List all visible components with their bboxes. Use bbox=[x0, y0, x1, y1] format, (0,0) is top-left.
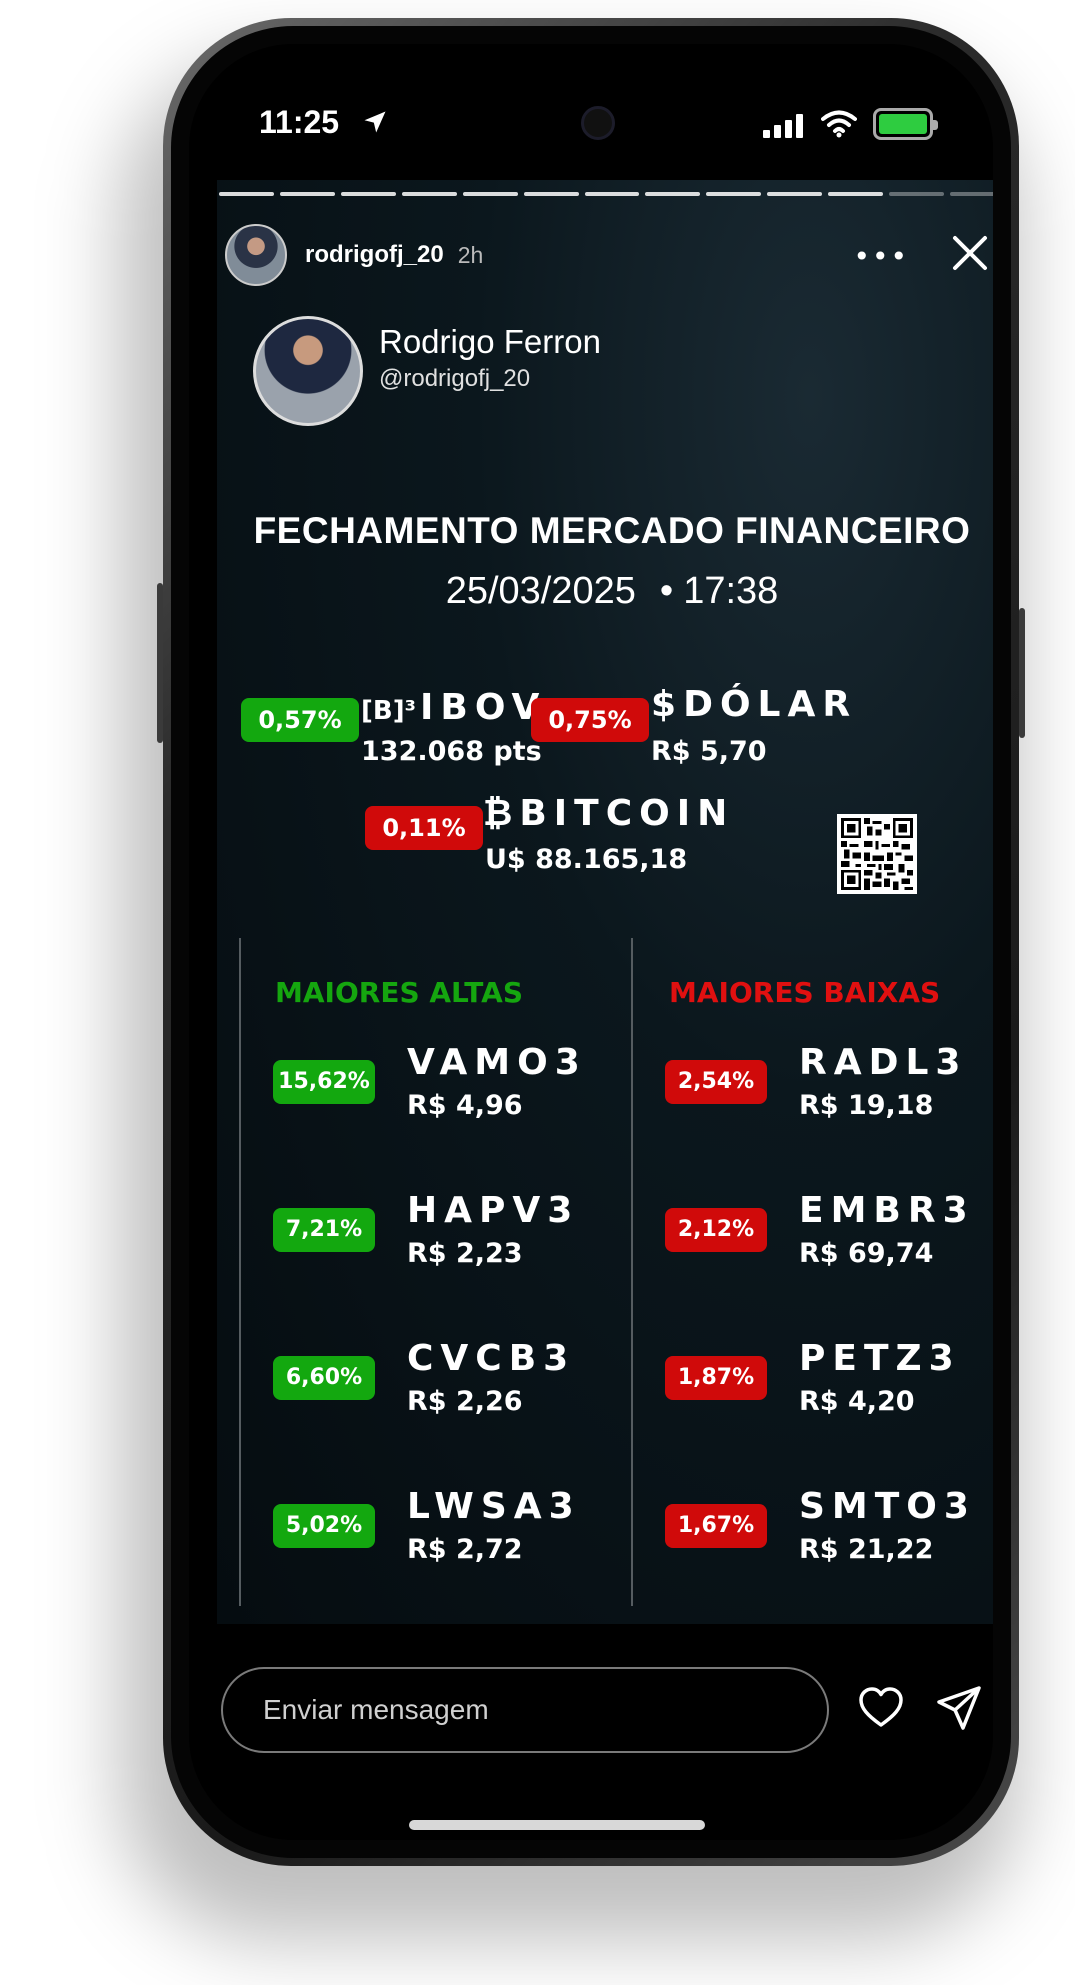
signal-icon bbox=[763, 114, 803, 138]
report-datetime: 25/03/2025 • 17:38 bbox=[217, 570, 993, 613]
status-time: 11:25 bbox=[259, 104, 340, 140]
stock-row: 2,54% RADL3 R$ 19,18 bbox=[665, 1042, 965, 1122]
phone-frame: 11:25 rodrigofj_20 2h ••• Rodrigo Ferron… bbox=[157, 18, 1025, 1866]
stock-ticker: SMTO3 bbox=[799, 1486, 976, 1527]
progress-segment bbox=[219, 192, 274, 196]
progress-segment bbox=[279, 192, 335, 196]
profile-avatar bbox=[253, 316, 363, 426]
close-icon[interactable] bbox=[947, 230, 993, 276]
stock-change-badge: 7,21% bbox=[273, 1208, 375, 1252]
stock-ticker: LWSA3 bbox=[407, 1486, 581, 1527]
battery-fill bbox=[879, 114, 927, 134]
stock-row: 6,60% CVCB3 R$ 2,26 bbox=[273, 1338, 573, 1418]
progress-segment bbox=[950, 192, 993, 196]
progress-segment bbox=[340, 192, 396, 196]
progress-segment bbox=[889, 192, 945, 196]
progress-segment bbox=[645, 192, 701, 196]
stock-row: 7,21% HAPV3 R$ 2,23 bbox=[273, 1190, 573, 1270]
stock-ticker: EMBR3 bbox=[799, 1190, 975, 1231]
progress-segment bbox=[462, 192, 518, 196]
ibov-change-badge: 0,57% bbox=[241, 698, 359, 742]
stock-price: R$ 19,18 bbox=[799, 1090, 934, 1121]
column-divider-left bbox=[239, 938, 241, 1606]
stock-row: 1,87% PETZ3 R$ 4,20 bbox=[665, 1338, 965, 1418]
report-time: 17:38 bbox=[683, 570, 779, 612]
battery-icon bbox=[873, 108, 938, 140]
stock-change-badge: 2,12% bbox=[665, 1208, 767, 1252]
stock-ticker: VAMO3 bbox=[407, 1042, 587, 1083]
stock-change-badge: 1,67% bbox=[665, 1504, 767, 1548]
progress-segment bbox=[706, 192, 762, 196]
story-username[interactable]: rodrigofj_20 bbox=[305, 241, 444, 269]
more-options-icon[interactable]: ••• bbox=[853, 240, 909, 273]
progress-segment bbox=[401, 192, 457, 196]
message-field[interactable] bbox=[221, 1667, 829, 1753]
message-input[interactable] bbox=[223, 1669, 827, 1751]
stock-price: R$ 69,74 bbox=[799, 1238, 934, 1269]
stock-ticker: CVCB3 bbox=[407, 1338, 576, 1379]
stock-ticker: HAPV3 bbox=[407, 1190, 580, 1231]
stock-change-badge: 5,02% bbox=[273, 1504, 375, 1548]
stock-price: R$ 2,23 bbox=[407, 1238, 523, 1269]
progress-segment bbox=[828, 192, 884, 196]
report-title: FECHAMENTO MERCADO FINANCEIRO bbox=[253, 510, 971, 551]
story-header: rodrigofj_20 2h ••• bbox=[225, 220, 993, 290]
stock-row: 5,02% LWSA3 R$ 2,72 bbox=[273, 1486, 574, 1566]
b3-logo-icon: [B]³ bbox=[361, 696, 416, 726]
stock-price: R$ 4,20 bbox=[799, 1386, 915, 1417]
stock-change-badge: 2,54% bbox=[665, 1060, 767, 1104]
location-arrow-icon bbox=[364, 111, 386, 133]
datetime-separator: • bbox=[659, 570, 674, 612]
heart-icon[interactable] bbox=[857, 1684, 905, 1732]
dolar-value: R$ 5,70 bbox=[651, 736, 767, 767]
story-age: 2h bbox=[457, 241, 484, 268]
stock-row: 2,12% EMBR3 R$ 69,74 bbox=[665, 1190, 968, 1270]
screen: 11:25 rodrigofj_20 2h ••• Rodrigo Ferron… bbox=[189, 44, 993, 1840]
stock-price: R$ 2,72 bbox=[407, 1534, 523, 1565]
stock-ticker: RADL3 bbox=[799, 1042, 968, 1083]
progress-segment bbox=[584, 192, 640, 196]
column-divider-center bbox=[631, 938, 633, 1606]
stock-change-badge: 6,60% bbox=[273, 1356, 375, 1400]
profile-card: Rodrigo Ferron @rodrigofj_20 bbox=[253, 316, 601, 426]
bitcoin-value: U$ 88.165,18 bbox=[485, 844, 688, 875]
dollar-icon: $ bbox=[651, 684, 684, 725]
losers-title: MAIORES BAIXAS bbox=[669, 976, 941, 1009]
stock-row: 15,62% VAMO3 R$ 4,96 bbox=[273, 1042, 580, 1122]
stock-row: 1,67% SMTO3 R$ 21,22 bbox=[665, 1486, 969, 1566]
qr-code-icon bbox=[837, 814, 917, 894]
dolar-change-badge: 0,75% bbox=[531, 698, 649, 742]
ibov-name: [B]³ IBOV bbox=[361, 687, 547, 728]
bitcoin-change-badge: 0,11% bbox=[365, 806, 483, 850]
home-indicator[interactable] bbox=[409, 1820, 705, 1830]
stock-change-badge: 15,62% bbox=[273, 1060, 375, 1104]
send-icon[interactable] bbox=[935, 1684, 983, 1732]
progress-segment bbox=[523, 192, 579, 196]
gainers-title: MAIORES ALTAS bbox=[275, 976, 523, 1009]
stock-change-badge: 1,87% bbox=[665, 1356, 767, 1400]
profile-name: Rodrigo Ferron bbox=[379, 323, 601, 360]
power-button bbox=[1019, 608, 1025, 738]
front-camera bbox=[581, 106, 615, 140]
wifi-icon bbox=[821, 110, 857, 138]
bitcoin-icon: ₿ bbox=[483, 793, 520, 834]
story-content[interactable]: rodrigofj_20 2h ••• Rodrigo Ferron @rodr… bbox=[217, 180, 993, 1624]
stock-price: R$ 21,22 bbox=[799, 1534, 934, 1565]
progress-segment bbox=[767, 192, 823, 196]
story-progress-bar bbox=[217, 192, 993, 196]
profile-handle: @rodrigofj_20 bbox=[379, 365, 531, 392]
report-date: 25/03/2025 bbox=[445, 570, 636, 612]
dolar-name: $DÓLAR bbox=[651, 684, 858, 725]
volume-button bbox=[157, 583, 163, 743]
ibov-value: 132.068 pts bbox=[361, 736, 542, 767]
avatar[interactable] bbox=[225, 224, 287, 286]
stock-price: R$ 2,26 bbox=[407, 1386, 523, 1417]
stock-ticker: PETZ3 bbox=[799, 1338, 961, 1379]
stock-price: R$ 4,96 bbox=[407, 1090, 523, 1121]
bitcoin-name: ₿BITCOIN bbox=[483, 793, 735, 834]
